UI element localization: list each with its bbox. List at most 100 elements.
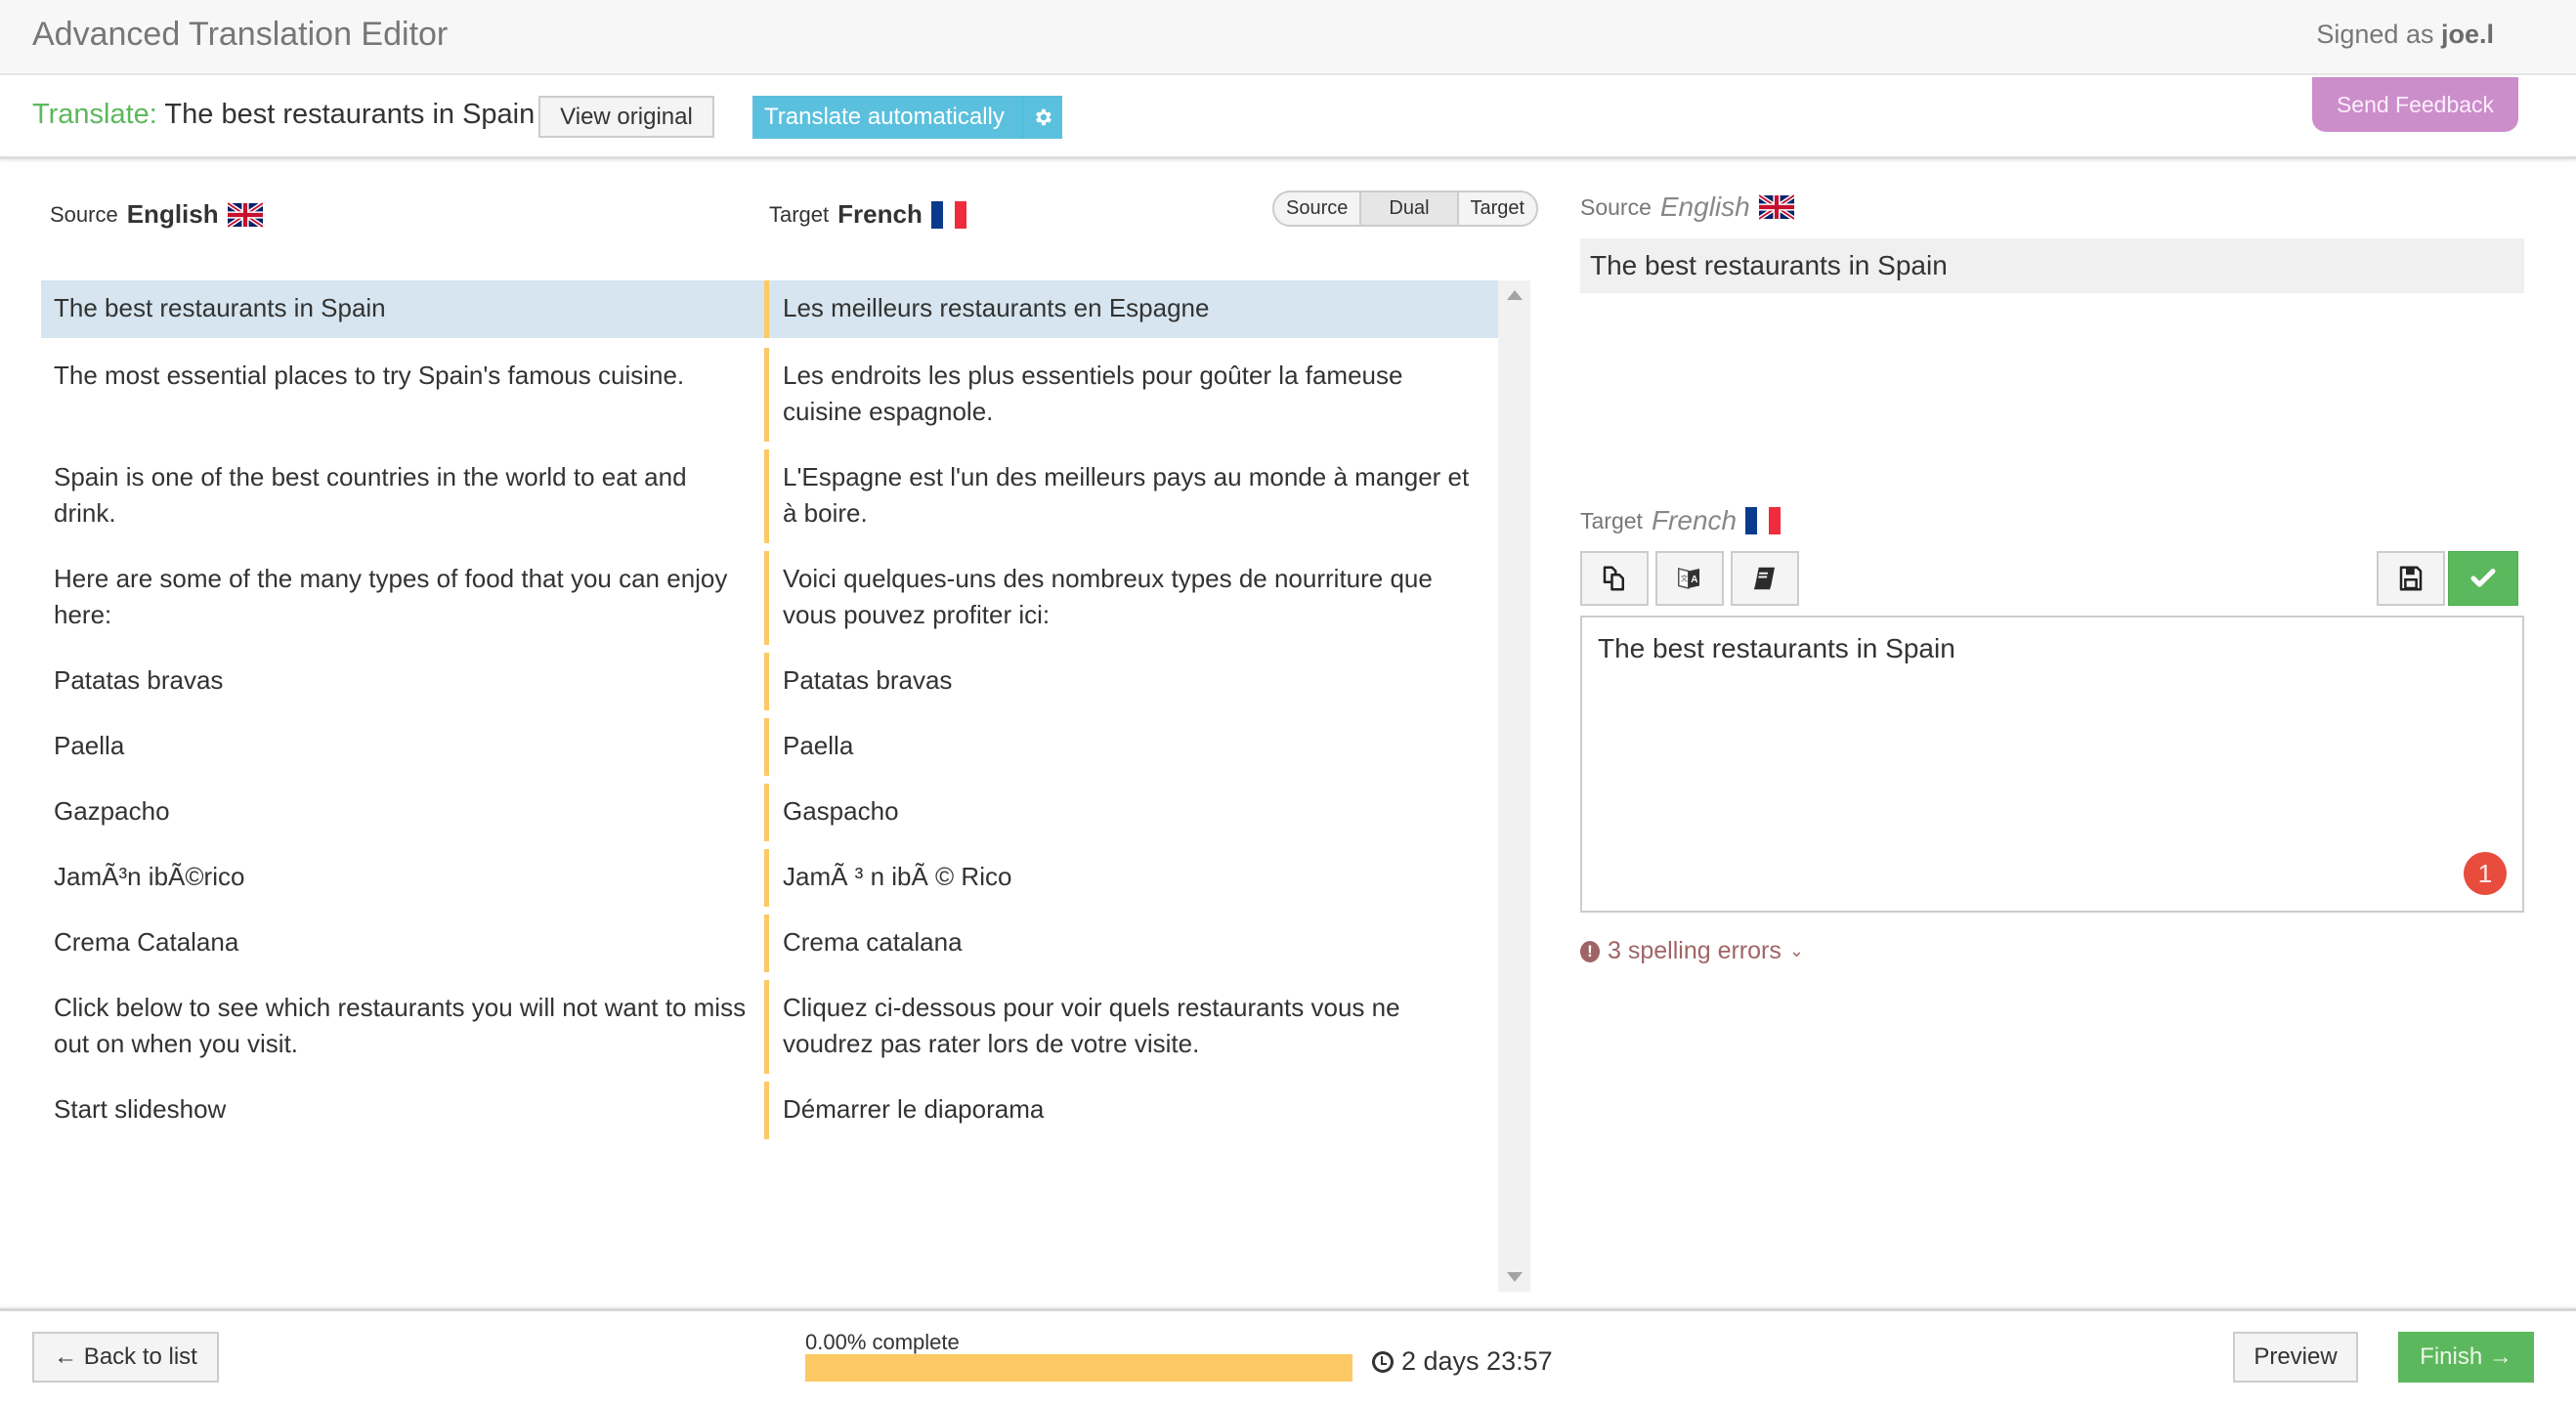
- france-flag-icon: [930, 200, 966, 229]
- segment-source-text[interactable]: The best restaurants in Spain: [41, 280, 764, 338]
- document-bar: Translate: The best restaurants in Spain…: [0, 77, 2576, 159]
- scroll-up-arrow-icon[interactable]: [1507, 290, 1523, 300]
- detail-target-language: French: [1651, 505, 1738, 535]
- document-title: The best restaurants in Spain: [164, 99, 536, 130]
- segment-row[interactable]: Here are some of the many types of food …: [41, 551, 1498, 645]
- detail-source-language: English: [1659, 192, 1750, 222]
- gear-icon[interactable]: [1023, 96, 1062, 139]
- footer-bar: ← Back to list 0.00% complete 2 days 23:…: [0, 1308, 2576, 1406]
- segment-target-text[interactable]: Voici quelques-uns des nombreux types de…: [764, 551, 1498, 645]
- chevron-down-icon: ⌄: [1788, 941, 1804, 960]
- detail-source-header: Source English: [1580, 192, 1794, 223]
- confirm-segment-button[interactable]: [2448, 551, 2518, 606]
- translate-automatically-button-group: Translate automatically: [752, 96, 1062, 139]
- segment-target-text[interactable]: Les endroits les plus essentiels pour go…: [764, 348, 1498, 442]
- segment-source-text[interactable]: JamÃ³n ibÃ©rico: [41, 849, 764, 907]
- segment-target-text[interactable]: Les meilleurs restaurants en Espagne: [764, 280, 1498, 338]
- username[interactable]: joe.l: [2441, 20, 2494, 49]
- exclamation-circle-icon: !: [1580, 940, 1600, 962]
- target-label: Target: [769, 201, 830, 227]
- spelling-errors-toggle[interactable]: ! 3 spelling errors ⌄: [1580, 937, 1804, 965]
- segment-target-text[interactable]: Patatas bravas: [764, 653, 1498, 710]
- segment-source-text[interactable]: Paella: [41, 718, 764, 776]
- segment-target-text[interactable]: L'Espagne est l'un des meilleurs pays au…: [764, 449, 1498, 543]
- segment-list: The best restaurants in Spain Les meilleu…: [41, 280, 1498, 1291]
- segment-target-text[interactable]: Démarrer le diaporama: [764, 1082, 1498, 1139]
- clock-icon: [1372, 1350, 1394, 1373]
- save-floppy-icon: [2399, 566, 2423, 591]
- gear-icon-svg: [1035, 108, 1052, 126]
- checkmark-icon: [2470, 569, 2496, 587]
- source-column-header: Source English: [50, 199, 263, 230]
- deadline-text: 2 days 23:57: [1401, 1346, 1553, 1376]
- segment-row[interactable]: The best restaurants in Spain Les meilleu…: [41, 280, 1498, 338]
- segment-row[interactable]: Paella Paella: [41, 718, 1498, 776]
- detail-target-header: Target French: [1580, 505, 1782, 536]
- view-target-option[interactable]: Target: [1459, 192, 1537, 225]
- detail-target-label: Target: [1580, 507, 1643, 533]
- signed-in-user: Signed as joe.l: [2316, 20, 2494, 50]
- segment-source-text[interactable]: Spain is one of the best countries in th…: [41, 449, 764, 543]
- segment-row[interactable]: The most essential places to try Spain's…: [41, 348, 1498, 442]
- source-language: English: [126, 199, 219, 229]
- segment-source-text[interactable]: The most essential places to try Spain's…: [41, 348, 764, 442]
- segment-source-text[interactable]: Click below to see which restaurants you…: [41, 980, 764, 1074]
- segment-row[interactable]: Spain is one of the best countries in th…: [41, 449, 1498, 543]
- glossary-button[interactable]: [1731, 551, 1799, 606]
- uk-flag-icon: [1758, 193, 1794, 221]
- target-text-editor[interactable]: The best restaurants in Spain: [1580, 616, 2524, 913]
- deadline: 2 days 23:57: [1372, 1346, 1553, 1377]
- view-mode-toggle: Source Dual Target: [1272, 191, 1539, 227]
- view-dual-option[interactable]: Dual: [1361, 192, 1459, 225]
- segment-list-scrollbar[interactable]: [1498, 280, 1530, 1292]
- svg-text:文: 文: [1681, 574, 1689, 583]
- segment-source-text[interactable]: Start slideshow: [41, 1082, 764, 1139]
- machine-translate-button[interactable]: A 文: [1655, 551, 1724, 606]
- copy-source-icon: [1603, 566, 1624, 591]
- segment-row[interactable]: Crema Catalana Crema catalana: [41, 915, 1498, 972]
- send-feedback-button[interactable]: Send Feedback: [2312, 77, 2518, 132]
- detail-source-label: Source: [1580, 193, 1652, 220]
- segment-target-text[interactable]: Paella: [764, 718, 1498, 776]
- finish-button[interactable]: Finish →: [2398, 1332, 2534, 1383]
- segment-target-text[interactable]: Crema catalana: [764, 915, 1498, 972]
- signed-prefix: Signed as: [2316, 20, 2434, 49]
- preview-button[interactable]: Preview: [2233, 1332, 2358, 1383]
- view-source-option[interactable]: Source: [1274, 192, 1362, 225]
- progress-bar: [805, 1354, 1352, 1382]
- segment-row[interactable]: Gazpacho Gaspacho: [41, 784, 1498, 841]
- top-bar: Advanced Translation Editor Signed as jo…: [0, 0, 2576, 75]
- save-button[interactable]: [2377, 551, 2445, 606]
- view-original-button[interactable]: View original: [538, 96, 714, 138]
- progress-label: 0.00% complete: [805, 1330, 960, 1354]
- spelling-errors-label: 3 spelling errors: [1608, 937, 1782, 964]
- machine-translate-icon: A 文: [1678, 568, 1699, 589]
- segment-row[interactable]: Click below to see which restaurants you…: [41, 980, 1498, 1074]
- copy-source-button[interactable]: [1580, 551, 1649, 606]
- svg-text:A: A: [1691, 575, 1697, 585]
- glossary-book-icon: [1753, 567, 1775, 590]
- segment-row[interactable]: Start slideshow Démarrer le diaporama: [41, 1082, 1498, 1139]
- segment-target-text[interactable]: Gaspacho: [764, 784, 1498, 841]
- source-text-box: The best restaurants in Spain: [1580, 238, 2524, 293]
- scroll-down-arrow-icon[interactable]: [1507, 1272, 1523, 1282]
- segment-source-text[interactable]: Patatas bravas: [41, 653, 764, 710]
- segment-row[interactable]: JamÃ³n ibÃ©rico JamÃ ³ n ibÃ © Rico: [41, 849, 1498, 907]
- segment-source-text[interactable]: Here are some of the many types of food …: [41, 551, 764, 645]
- uk-flag-icon: [227, 200, 263, 229]
- segment-source-text[interactable]: Gazpacho: [41, 784, 764, 841]
- document-heading: Translate: The best restaurants in Spain: [32, 99, 535, 131]
- app-title: Advanced Translation Editor: [32, 16, 449, 53]
- segment-row[interactable]: Patatas bravas Patatas bravas: [41, 653, 1498, 710]
- target-language: French: [837, 199, 923, 229]
- segment-target-text[interactable]: JamÃ ³ n ibÃ © Rico: [764, 849, 1498, 907]
- error-count-badge[interactable]: 1: [2464, 852, 2507, 895]
- segment-target-text[interactable]: Cliquez ci-dessous pour voir quels resta…: [764, 980, 1498, 1074]
- france-flag-icon: [1745, 507, 1782, 534]
- target-column-header: Target French: [769, 199, 966, 230]
- back-to-list-button[interactable]: ← Back to list: [32, 1332, 219, 1383]
- source-label: Source: [50, 201, 118, 227]
- translate-automatically-button[interactable]: Translate automatically: [752, 96, 1023, 139]
- translate-label: Translate:: [32, 99, 157, 130]
- segment-source-text[interactable]: Crema Catalana: [41, 915, 764, 972]
